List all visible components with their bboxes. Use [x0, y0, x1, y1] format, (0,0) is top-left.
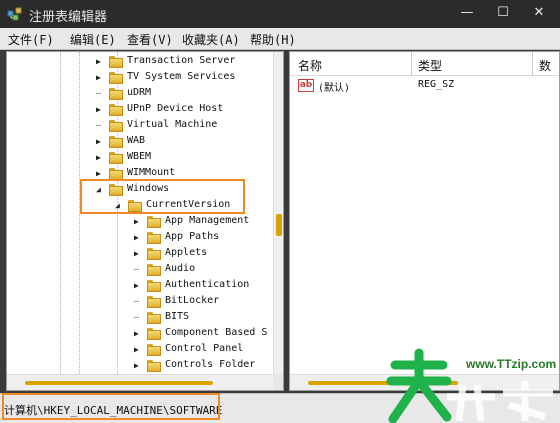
tree-item-label: Virtual Machine: [127, 119, 218, 130]
column-header-type[interactable]: 类型: [418, 57, 442, 74]
folder-icon: [109, 168, 123, 180]
folder-icon: [109, 72, 123, 84]
folder-icon: [147, 328, 161, 340]
folder-open-icon: [109, 184, 123, 196]
tree-guide-line: [60, 52, 61, 374]
tree-vertical-scroll-thumb[interactable]: [276, 214, 282, 236]
expand-arrow-icon[interactable]: ▶: [134, 248, 144, 260]
menu-bar: 文件(F) 编辑(E) 查看(V) 收藏夹(A) 帮助(H): [0, 28, 560, 50]
collapse-arrow-icon[interactable]: ◢: [96, 184, 106, 196]
tree-item-label: Control Panel: [165, 343, 244, 354]
collapse-arrow-icon[interactable]: ◢: [115, 200, 125, 212]
values-list[interactable]: 名称 类型 数 ab (默认) REG_SZ: [289, 51, 560, 391]
folder-icon: [109, 56, 123, 68]
scroll-corner: [273, 374, 283, 390]
expand-arrow-icon[interactable]: ▶: [134, 360, 144, 372]
menu-help[interactable]: 帮助(H): [250, 31, 296, 48]
folder-icon: [147, 232, 161, 244]
expand-arrow-icon[interactable]: ▶: [134, 328, 144, 340]
tree-item-label: Windows: [127, 183, 170, 194]
folder-icon: [147, 280, 161, 292]
tree-guide-line: [117, 52, 118, 374]
tree-horizontal-scrollbar[interactable]: [7, 374, 273, 390]
list-header: 名称 类型 数: [290, 52, 559, 76]
title-bar: 注册表编辑器 — ☐ ✕: [0, 0, 560, 28]
folder-icon: [109, 136, 123, 148]
tree-item-label: WBEM: [127, 151, 152, 162]
tree-item-label: BitLocker: [165, 295, 220, 306]
status-path: 计算机\HKEY_LOCAL_MACHINE\SOFTWARE: [4, 404, 223, 417]
expand-arrow-icon[interactable]: ▶: [96, 136, 106, 148]
folder-icon: [147, 296, 161, 308]
tree-horizontal-scroll-thumb[interactable]: [25, 381, 213, 385]
folder-icon: [147, 344, 161, 356]
tree-item-label: Transaction Server: [127, 55, 236, 66]
folder-icon: [147, 264, 161, 276]
tree-branch-dots: ┈: [134, 297, 139, 306]
tree-item-label: App Management: [165, 215, 250, 226]
tree-item-label: UPnP Device Host: [127, 103, 224, 114]
window-title: 注册表编辑器: [29, 10, 108, 25]
expand-arrow-icon[interactable]: ▶: [134, 232, 144, 244]
expand-arrow-icon[interactable]: ▶: [96, 152, 106, 164]
expand-arrow-icon[interactable]: ▶: [134, 216, 144, 228]
regedit-icon: [7, 7, 22, 21]
folder-icon: [109, 152, 123, 164]
tree-item-label: TV System Services: [127, 71, 236, 82]
column-header-data[interactable]: 数: [539, 57, 551, 74]
expand-arrow-icon[interactable]: ▶: [134, 344, 144, 356]
tree-branch-dots: ┈: [134, 313, 139, 322]
menu-favorites[interactable]: 收藏夹(A): [182, 31, 240, 48]
expand-arrow-icon[interactable]: ▶: [96, 72, 106, 84]
menu-edit[interactable]: 编辑(E): [70, 31, 116, 48]
tree-branch-dots: ┈: [134, 265, 139, 274]
folder-icon: [109, 88, 123, 100]
expand-arrow-icon[interactable]: ▶: [96, 56, 106, 68]
tree-guide-line: [79, 52, 80, 374]
value-name: (默认): [318, 83, 351, 94]
tree-item-label: uDRM: [127, 87, 152, 98]
folder-icon: [109, 104, 123, 116]
tree-item-label: Controls Folder: [165, 359, 256, 370]
maximize-button[interactable]: ☐: [486, 0, 520, 28]
column-header-name[interactable]: 名称: [298, 57, 322, 74]
tree-item-label: BITS: [165, 311, 190, 322]
folder-icon: [147, 360, 161, 372]
string-value-icon: ab: [298, 79, 314, 92]
tree-vertical-scrollbar[interactable]: [273, 52, 283, 374]
minimize-button[interactable]: —: [450, 0, 484, 28]
menu-view[interactable]: 查看(V): [127, 31, 173, 48]
expand-arrow-icon[interactable]: ▶: [96, 104, 106, 116]
status-bar: 计算机\HKEY_LOCAL_MACHINE\SOFTWARE: [0, 393, 560, 423]
registry-tree[interactable]: ▶ Transaction Server ▶ TV System Service…: [6, 51, 284, 391]
tree-item-label: Component Based S: [165, 327, 268, 338]
tree-item-label: App Paths: [165, 231, 220, 242]
folder-icon: [147, 248, 161, 260]
tree-item-label: Applets: [165, 247, 208, 258]
tree-item-label: WIMMount: [127, 167, 176, 178]
folder-icon: [147, 312, 161, 324]
tree-branch-dots: ┈: [96, 89, 101, 98]
tree-item-label: Authentication: [165, 279, 250, 290]
value-row[interactable]: ab (默认) REG_SZ: [290, 78, 559, 94]
expand-arrow-icon[interactable]: ▶: [134, 280, 144, 292]
tree-branch-dots: ┈: [96, 121, 101, 130]
folder-icon: [147, 216, 161, 228]
close-button[interactable]: ✕: [522, 0, 556, 28]
tree-item-label: Audio: [165, 263, 196, 274]
list-horizontal-scroll-thumb[interactable]: [308, 381, 458, 385]
list-horizontal-scrollbar[interactable]: [290, 374, 559, 390]
folder-open-icon: [128, 200, 142, 212]
registry-editor-window: 注册表编辑器 — ☐ ✕ 文件(F) 编辑(E) 查看(V) 收藏夹(A) 帮助…: [0, 0, 560, 423]
tree-item-label: WAB: [127, 135, 146, 146]
column-separator[interactable]: [411, 52, 412, 76]
tree-item-label: CurrentVersion: [146, 199, 231, 210]
menu-file[interactable]: 文件(F): [8, 31, 54, 48]
expand-arrow-icon[interactable]: ▶: [96, 168, 106, 180]
column-separator[interactable]: [532, 52, 533, 76]
folder-icon: [109, 120, 123, 132]
value-type: REG_SZ: [418, 79, 455, 90]
